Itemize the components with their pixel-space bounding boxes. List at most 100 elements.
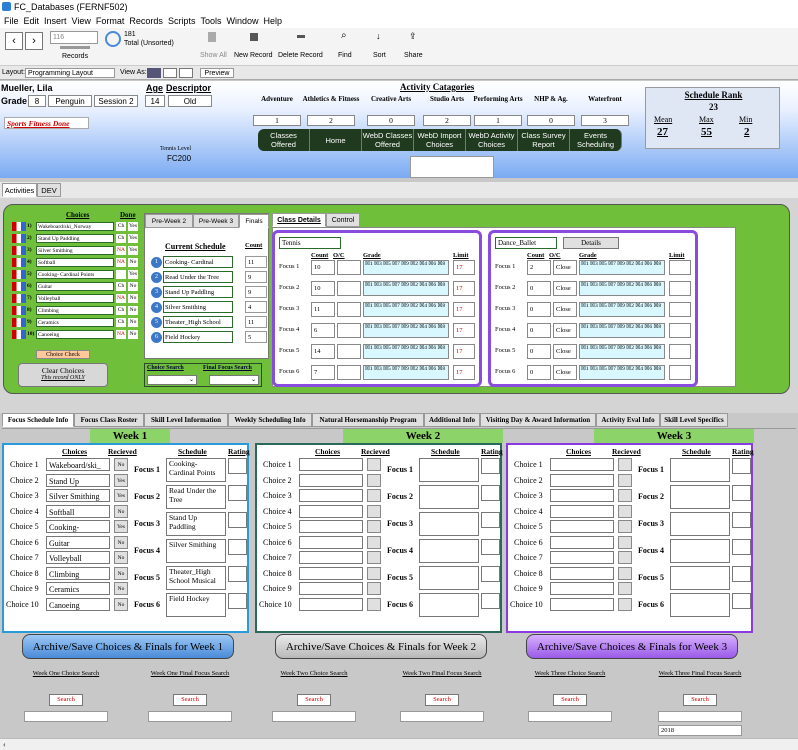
oc-field[interactable]: Close (553, 302, 577, 317)
flag-icon[interactable] (12, 294, 26, 303)
menu-item-view[interactable]: View (72, 16, 91, 26)
recieved-field[interactable]: No (114, 566, 128, 580)
limit-field[interactable]: 17 (453, 281, 475, 296)
oc-field[interactable] (337, 365, 361, 380)
recieved-field[interactable] (618, 535, 632, 549)
schedule-count[interactable]: 9 (245, 286, 267, 298)
choice-name[interactable]: Softball (36, 258, 114, 267)
schedule-item[interactable]: Cooking- Cardinal (163, 256, 233, 268)
rating-field[interactable] (228, 539, 247, 555)
share-button[interactable]: Share (404, 52, 423, 59)
form-view-icon[interactable] (147, 68, 161, 78)
next-record-button[interactable]: › (25, 32, 43, 50)
rating-field[interactable] (732, 566, 751, 582)
category-value[interactable]: 0 (367, 115, 415, 126)
rating-field[interactable] (481, 512, 500, 528)
count-field[interactable]: 2 (527, 260, 551, 275)
archive-button[interactable]: Archive/Save Choices & Finals for Week 1 (22, 634, 234, 659)
final-focus-search-select[interactable]: ⌄ (209, 375, 259, 385)
choice-name[interactable]: Silver Smithing (36, 246, 114, 255)
choice-done[interactable]: No (128, 294, 138, 303)
choice-name[interactable]: Stand Up Paddling (36, 234, 114, 243)
limit-field[interactable]: 17 (453, 302, 475, 317)
recieved-field[interactable] (367, 566, 381, 580)
recieved-field[interactable]: No (114, 582, 128, 595)
grade-checkboxes[interactable]: ☒1 ☒3 ☒5 ☒7 ☒9 ☒2 ☒4 ☒6 ☒8 (363, 302, 449, 317)
schedule-count[interactable]: 9 (245, 271, 267, 283)
record-number-input[interactable]: 116 (50, 31, 98, 44)
category-value[interactable]: 1 (474, 115, 522, 126)
search-result-field[interactable] (24, 711, 108, 722)
flag-icon[interactable] (12, 330, 26, 339)
grade-checkboxes[interactable]: ☒1 ☒3 ☒5 ☒7 ☒9 ☒2 ☒4 ☒6 ☒8 (579, 344, 665, 359)
search-button[interactable]: Search (49, 694, 83, 706)
bottom-tab[interactable]: Visiting Day & Award Information (480, 413, 596, 427)
limit-field[interactable] (669, 260, 691, 275)
choice-field[interactable]: Wakeboard/ski_ (46, 458, 110, 471)
recieved-field[interactable] (367, 535, 381, 549)
choice-field[interactable] (550, 489, 614, 502)
menu-item-format[interactable]: Format (96, 16, 125, 26)
recieved-field[interactable] (367, 597, 381, 611)
choice-field[interactable] (299, 504, 363, 518)
clear-choices-button[interactable]: Clear Choices This record ONLY (18, 363, 108, 387)
layout-select[interactable]: Programming Layout (25, 68, 115, 78)
nav-button[interactable]: WebD Import Choices (414, 129, 466, 151)
choice-field[interactable] (550, 597, 614, 611)
recieved-field[interactable] (367, 504, 381, 518)
focus-schedule-field[interactable]: Read Under the Tree (166, 485, 226, 509)
flag-icon[interactable] (12, 282, 26, 291)
descriptor-field[interactable]: Old (168, 95, 212, 107)
bottom-tab[interactable]: Additional Info (424, 413, 480, 427)
focus-schedule-field[interactable] (419, 539, 479, 563)
limit-field[interactable]: 17 (453, 365, 475, 380)
year-field[interactable]: 2018 (658, 725, 742, 736)
choice-name[interactable]: Volleyball (36, 294, 114, 303)
recieved-field[interactable]: No (114, 458, 128, 471)
menu-item-scripts[interactable]: Scripts (168, 16, 196, 26)
grade-checkboxes[interactable]: ☒1 ☒3 ☒5 ☒7 ☒9 ☒2 ☒4 ☒6 ☒8 (579, 302, 665, 317)
grade-field[interactable]: 8 (28, 95, 46, 107)
flag-icon[interactable] (12, 246, 26, 255)
choice-field[interactable]: Canoeing (46, 597, 110, 611)
find-button[interactable]: Find (338, 52, 352, 59)
choice-done[interactable]: Yes (128, 246, 138, 255)
flag-icon[interactable] (12, 306, 26, 315)
recieved-field[interactable] (367, 473, 381, 487)
focus-schedule-field[interactable] (670, 458, 730, 482)
focus-schedule-field[interactable] (670, 539, 730, 563)
prev-record-button[interactable]: ‹ (5, 32, 23, 50)
choice-done[interactable]: No (128, 318, 138, 327)
recieved-field[interactable] (618, 582, 632, 595)
recieved-field[interactable] (618, 458, 632, 471)
choice-name[interactable]: Cooking- Cardinal Points (36, 270, 114, 279)
recieved-field[interactable] (618, 597, 632, 611)
count-field[interactable]: 10 (311, 260, 335, 275)
oc-field[interactable]: Close (553, 281, 577, 296)
choice-status[interactable]: Ch (116, 222, 126, 231)
choice-status[interactable]: Ch (116, 318, 126, 327)
schedule-count[interactable]: 11 (245, 316, 267, 328)
choice-name[interactable]: Ceramics (36, 318, 114, 327)
recieved-field[interactable] (618, 489, 632, 502)
search-button[interactable]: Search (297, 694, 331, 706)
rating-field[interactable] (732, 485, 751, 501)
nav-button[interactable]: Class Survey Report (518, 129, 570, 151)
limit-field[interactable] (669, 323, 691, 338)
limit-field[interactable] (669, 281, 691, 296)
grade-checkboxes[interactable]: ☒1 ☒3 ☒5 ☒7 ☒9 ☒2 ☒4 ☒6 ☒8 (579, 365, 665, 380)
choice-status[interactable]: NA (116, 258, 126, 267)
schedule-count[interactable]: 5 (245, 331, 267, 343)
search-button[interactable]: Search (683, 694, 717, 706)
tab-activities[interactable]: Activities (2, 183, 37, 197)
choice-field[interactable] (550, 504, 614, 518)
choice-field[interactable]: Cooking- (46, 520, 110, 533)
search-result-field[interactable] (528, 711, 612, 722)
limit-field[interactable] (669, 344, 691, 359)
grade-checkboxes[interactable]: ☒1 ☒3 ☒5 ☒7 ☒9 ☒2 ☒4 ☒6 ☒8 (363, 344, 449, 359)
choice-field[interactable]: Silver Smithing (46, 489, 110, 502)
recieved-field[interactable]: No (114, 597, 128, 611)
class-name-field[interactable]: Tennis (279, 237, 341, 249)
menu-item-records[interactable]: Records (129, 16, 163, 26)
new-record-button[interactable]: New Record (234, 52, 273, 59)
